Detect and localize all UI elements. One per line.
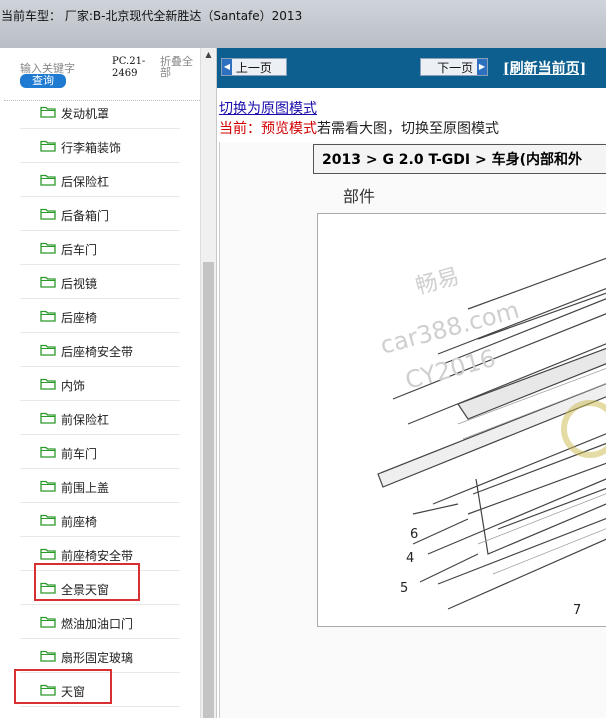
watermark-line-3: CY2016 [402, 344, 498, 395]
callout-4: 4 [406, 551, 414, 566]
tree-item-label: 前围上盖 [61, 481, 110, 495]
content-pane: ◀ 上一页 下一页 ▶ [刷新当前页] 切换为原图模式 当前：预览模式若需看大图… [217, 48, 606, 718]
folder-icon [40, 140, 56, 152]
watermark-line-2: car388.com [377, 296, 522, 360]
next-page-label: 下一页 [437, 61, 474, 75]
tree-item[interactable]: 发动机罩 [20, 95, 180, 129]
sunroof-drawing: 6 4 5 7 畅易 car388.com CY2016 [377, 257, 606, 618]
folder-icon [40, 480, 56, 492]
tree-item-label: 后备箱门 [61, 209, 110, 223]
prev-page-label: 上一页 [235, 61, 272, 75]
tree-item-label: 扇形固定玻璃 [61, 651, 134, 665]
folder-icon [40, 208, 56, 220]
highlight-box-panoramic-sunroof [34, 563, 140, 601]
watermark-line-1: 畅易 [413, 264, 462, 300]
collapse-all-button[interactable]: 折叠全部 [160, 56, 200, 78]
mode-current: 当前：预览模式 [219, 121, 317, 137]
folder-icon [40, 242, 56, 254]
tree-item-label: 后座椅安全带 [61, 345, 134, 359]
next-arrow-icon: ▶ [477, 59, 487, 75]
watermark-logo-icon [561, 400, 606, 458]
parts-diagram[interactable]: 6 4 5 7 畅易 car388.com CY2016 [317, 213, 606, 627]
search-button[interactable]: 查询 [20, 74, 66, 88]
tree-item[interactable]: 后备箱门 [20, 197, 180, 231]
folder-icon [40, 174, 56, 186]
callout-7: 7 [573, 603, 581, 618]
folder-icon [40, 344, 56, 356]
category-tree: 发动机罩行李箱装饰后保险杠后备箱门后车门后视镜后座椅后座椅安全带 内饰前保险杠前车… [20, 95, 180, 718]
tree-item[interactable]: 前车门 [20, 435, 180, 469]
tree-item-label: 发动机罩 [61, 107, 110, 121]
tree-item[interactable]: 后座椅 [20, 299, 180, 333]
switch-original-mode-link[interactable]: 切换为原图模式 [219, 98, 317, 118]
tree-item-label: 行李箱装饰 [61, 141, 122, 155]
tree-item-label: 前车门 [61, 447, 98, 461]
prev-arrow-icon: ◀ [222, 59, 232, 75]
folder-icon [40, 378, 56, 390]
sidebar: 输入关键字 查询 PC.21-2469 折叠全部 发动机罩 行李箱装饰 后保险杠 后备… [0, 48, 217, 718]
folder-icon [40, 446, 56, 458]
sidebar-scrollbar[interactable]: ▲ [200, 48, 216, 718]
folder-icon [40, 276, 56, 288]
tree-item[interactable]: 行李箱装饰 [20, 129, 180, 163]
tree-item[interactable]: 内饰 [20, 367, 180, 401]
callout-6: 6 [410, 527, 418, 542]
tree-item-label: 内饰 [61, 379, 86, 393]
breadcrumb: 2013 > G 2.0 T-GDI > 车身(内部和外 [313, 144, 606, 174]
tree-item-label: 后车门 [61, 243, 98, 257]
mode-hint: 若需看大图，切换至原图模式 [317, 121, 499, 137]
tree-item-label: 后保险杠 [61, 175, 110, 189]
folder-icon [40, 106, 56, 118]
callout-5: 5 [400, 581, 408, 596]
scroll-thumb[interactable] [203, 262, 214, 718]
window-title-bar: 当前车型： 厂家:B-北京现代全新胜达（Santafe）2013 [0, 0, 606, 49]
tree-item[interactable]: 后车门 [20, 231, 180, 265]
tree-item-label: 燃油加油口门 [61, 617, 134, 631]
window-title: 当前车型： 厂家:B-北京现代全新胜达（Santafe）2013 [1, 9, 303, 23]
folder-icon [40, 548, 56, 560]
tree-item[interactable]: 后座椅安全带 [20, 333, 180, 367]
next-page-button[interactable]: 下一页 ▶ [420, 58, 488, 76]
pc-code: PC.21-2469 [112, 56, 146, 79]
tree-item[interactable]: 前围上盖 [20, 469, 180, 503]
folder-icon [40, 310, 56, 322]
tree-item[interactable]: 一般事项 [20, 707, 180, 718]
folder-icon [40, 412, 56, 424]
tree-item-label: 前座椅安全带 [61, 549, 134, 563]
page-toolbar: ◀ 上一页 下一页 ▶ [刷新当前页] [217, 48, 606, 88]
mode-status: 当前：预览模式若需看大图，切换至原图模式 [219, 118, 499, 138]
tree-item-label: 前座椅 [61, 515, 98, 529]
tree-item[interactable]: 扇形固定玻璃 [20, 639, 180, 673]
folder-icon [40, 514, 56, 526]
refresh-page-link[interactable]: [刷新当前页] [503, 58, 586, 78]
folder-icon [40, 616, 56, 628]
tree-item[interactable]: 前座椅 [20, 503, 180, 537]
scroll-up-arrow-icon[interactable]: ▲ [201, 48, 216, 62]
tree-item[interactable]: 后视镜 [20, 265, 180, 299]
parts-title: 部件 [343, 187, 376, 206]
tree-item[interactable]: 燃油加油口门 [20, 605, 180, 639]
prev-page-button[interactable]: ◀ 上一页 [221, 58, 287, 76]
tree-item-label: 后视镜 [61, 277, 98, 291]
tree-item[interactable]: 后保险杠 [20, 163, 180, 197]
highlight-box-sunroof [14, 669, 112, 704]
tree-item[interactable]: 前保险杠 [20, 401, 180, 435]
tree-item-label: 前保险杠 [61, 413, 110, 427]
tree-item-label: 后座椅 [61, 311, 98, 325]
folder-icon [40, 650, 56, 662]
